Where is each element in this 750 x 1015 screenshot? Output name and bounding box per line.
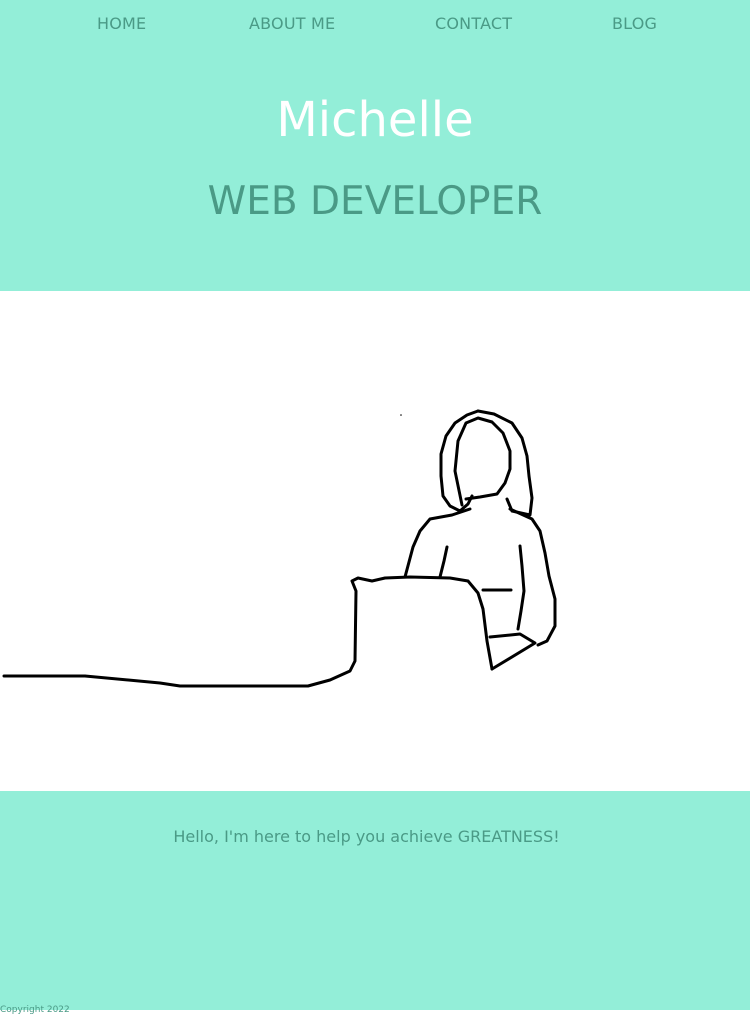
footer-tagline: Hello, I'm here to help you achieve GREA…	[173, 827, 560, 846]
nav-contact-link[interactable]: CONTACT	[435, 14, 512, 33]
nav-blog-link[interactable]: BLOG	[612, 14, 657, 33]
site-title: Michelle	[276, 92, 474, 148]
site-subtitle: WEB DEVELOPER	[207, 179, 543, 224]
header-banner: HOME ABOUT ME CONTACT BLOG Michelle WEB …	[0, 0, 750, 291]
hero-illustration	[0, 291, 750, 791]
nav-home-link[interactable]: HOME	[97, 14, 146, 33]
nav-about-me-link[interactable]: ABOUT ME	[249, 14, 335, 33]
footer: Hello, I'm here to help you achieve GREA…	[0, 791, 750, 1015]
developer-at-laptop-drawing	[2, 409, 557, 688]
copyright-text: Copyright 2022	[0, 1005, 70, 1015]
